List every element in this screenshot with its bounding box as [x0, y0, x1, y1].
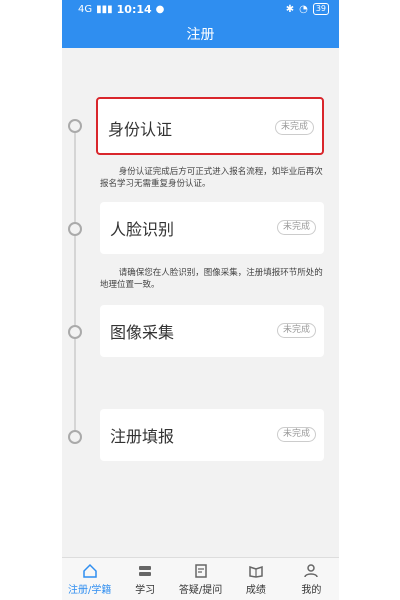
step-title: 注册填报 — [110, 427, 175, 446]
status-badge: 未完成 — [274, 120, 314, 135]
signal-icon: ▮▮▮ — [96, 4, 113, 15]
timeline-dot — [68, 119, 82, 133]
face-note: 请确保您在人脸识别，图像采集，注册填报环节所处的地理位置一致。 — [100, 268, 323, 290]
page-title: 注册 — [186, 27, 215, 43]
status-left: 4G ▮▮▮ 10:14 ● — [78, 3, 164, 16]
bottom-nav: 注册/学籍 学习 答疑/提问 成绩 我的 — [62, 557, 339, 600]
status-bar: 4G ▮▮▮ 10:14 ● ✱ ◔ 39 — [62, 0, 339, 20]
timeline-dot — [68, 222, 82, 236]
nav-label: 学习 — [135, 584, 156, 596]
profile-icon — [304, 563, 319, 577]
identity-note: 身份认证完成后方可正式进入报名流程，如毕业后再次报名学习无需重复身份认证。 — [100, 167, 323, 189]
step-card-registration[interactable]: 注册填报 未完成 — [100, 409, 324, 461]
nav-label: 注册/学籍 — [68, 584, 112, 596]
status-badge: 未完成 — [276, 323, 316, 338]
step-title: 人脸识别 — [110, 220, 175, 239]
timeline-dot — [68, 430, 82, 444]
grades-icon — [249, 565, 263, 578]
nav-item-profile[interactable]: 我的 — [284, 558, 339, 600]
nav-item-qa[interactable]: 答疑/提问 — [173, 558, 228, 600]
status-badge: 未完成 — [276, 220, 316, 235]
study-icon — [139, 565, 152, 576]
nav-label: 我的 — [301, 584, 322, 596]
step-card-face[interactable]: 人脸识别 未完成 — [100, 202, 324, 254]
timeline-line — [74, 125, 76, 435]
status-right: ✱ ◔ 39 — [286, 3, 329, 15]
nav-item-grades[interactable]: 成绩 — [228, 558, 283, 600]
nav-label: 答疑/提问 — [178, 584, 223, 596]
home-icon — [82, 563, 97, 578]
network-type: 4G — [78, 4, 93, 15]
step-title: 图像采集 — [110, 323, 175, 342]
notification-icon: ● — [155, 4, 165, 15]
wifi-icon: ◔ — [299, 3, 308, 15]
qa-icon — [194, 563, 207, 578]
status-badge: 未完成 — [276, 427, 316, 442]
battery-icon: 39 — [312, 3, 329, 15]
step-card-identity[interactable]: 身份认证 未完成 — [96, 97, 324, 155]
phone-screen: 4G ▮▮▮ 10:14 ● ✱ ◔ 39 注册 身份认证 未完成 身份认证完成… — [62, 0, 339, 600]
status-time: 10:14 — [116, 3, 152, 16]
nav-label: 成绩 — [245, 584, 266, 596]
bluetooth-icon: ✱ — [285, 3, 295, 15]
nav-item-registration[interactable]: 注册/学籍 — [62, 558, 117, 600]
step-title: 身份认证 — [108, 120, 173, 139]
app-header: 注册 — [62, 20, 339, 48]
nav-item-study[interactable]: 学习 — [117, 558, 172, 600]
timeline-dot — [68, 325, 82, 339]
step-card-image[interactable]: 图像采集 未完成 — [100, 305, 324, 357]
